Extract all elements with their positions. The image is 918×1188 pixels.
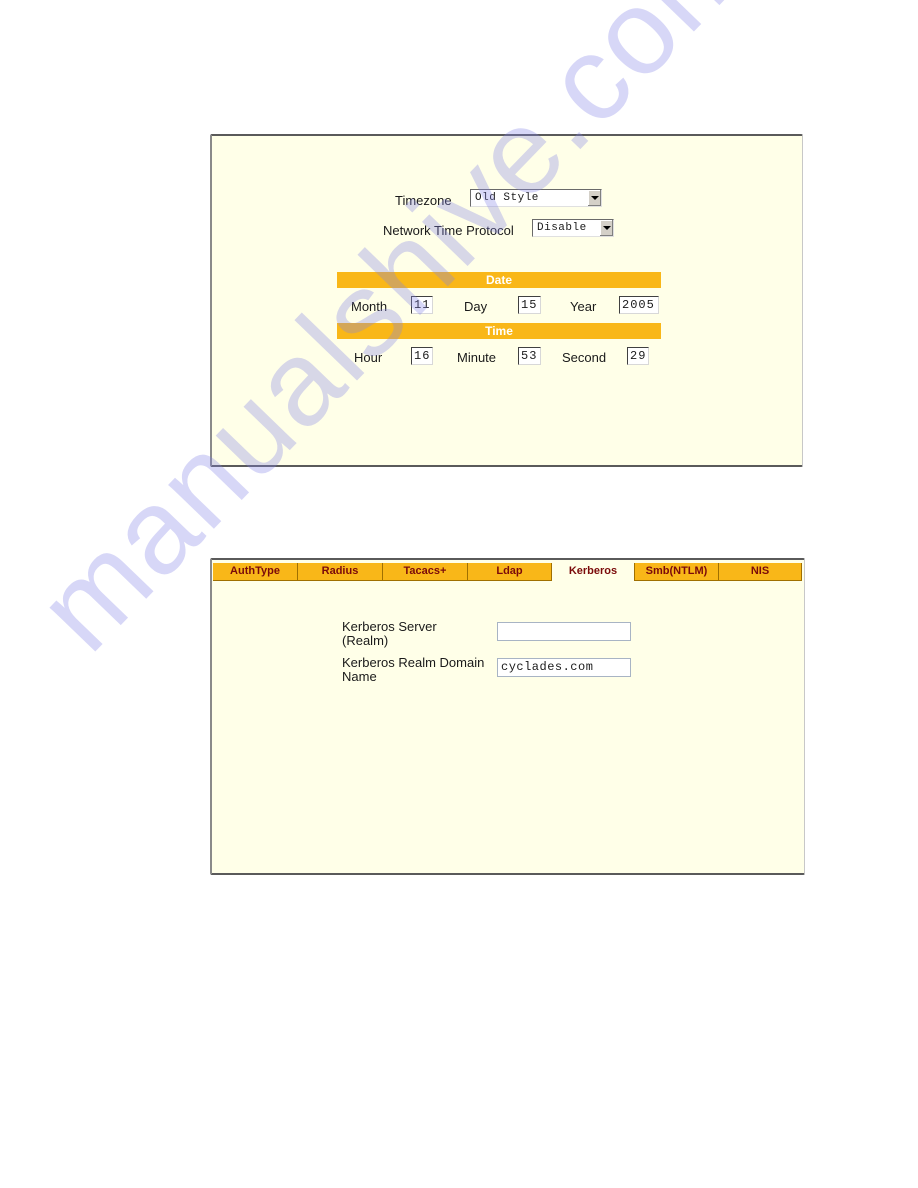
month-label: Month [351,299,388,314]
timezone-selected-value: Old Style [475,192,539,204]
year-label: Year [570,299,597,314]
day-input[interactable]: 15 [518,296,541,314]
tab-tacacs[interactable]: Tacacs+ [383,563,468,581]
minute-label: Minute [457,350,497,365]
month-input[interactable]: 11 [411,296,433,314]
minute-input[interactable]: 53 [518,347,541,365]
kerberos-server-label: Kerberos Server (Realm) [342,620,437,648]
chevron-down-icon[interactable] [599,220,613,236]
ntp-label: Network Time Protocol [383,223,514,238]
datetime-panel [210,134,803,467]
ntp-selected-value: Disable [537,222,587,234]
tab-radius[interactable]: Radius [298,563,383,581]
tab-ldap[interactable]: Ldap [468,563,552,581]
day-label: Day [464,299,488,314]
chevron-down-icon[interactable] [587,190,601,206]
kerberos-realm-domain-label-line1: Kerberos Realm Domain [342,655,485,670]
kerberos-server-input[interactable] [497,622,631,641]
tab-kerberos[interactable]: Kerberos [552,563,635,581]
authentication-panel [210,558,805,875]
hour-label: Hour [354,350,383,365]
timezone-label: Timezone [395,193,452,208]
kerberos-realm-domain-input[interactable]: cyclades.com [497,658,631,677]
hour-input[interactable]: 16 [411,347,433,365]
timezone-select[interactable]: Old Style [470,189,602,207]
time-section-header: Time [337,323,661,339]
tab-nis[interactable]: NIS [719,563,802,581]
kerberos-server-label-line1: Kerberos Server [342,619,437,634]
date-section-header: Date [337,272,661,288]
kerberos-realm-domain-label: Kerberos Realm Domain Name [342,656,484,684]
kerberos-server-label-line2: (Realm) [342,633,389,648]
second-input[interactable]: 29 [627,347,649,365]
tab-authtype[interactable]: AuthType [213,563,298,581]
tab-smb-ntlm[interactable]: Smb(NTLM) [635,563,719,581]
ntp-select[interactable]: Disable [532,219,614,237]
second-label: Second [562,350,607,365]
auth-tab-bar: AuthType Radius Tacacs+ Ldap Kerberos Sm… [213,563,802,581]
year-input[interactable]: 2005 [619,296,659,314]
kerberos-realm-domain-label-line2: Name [342,669,377,684]
